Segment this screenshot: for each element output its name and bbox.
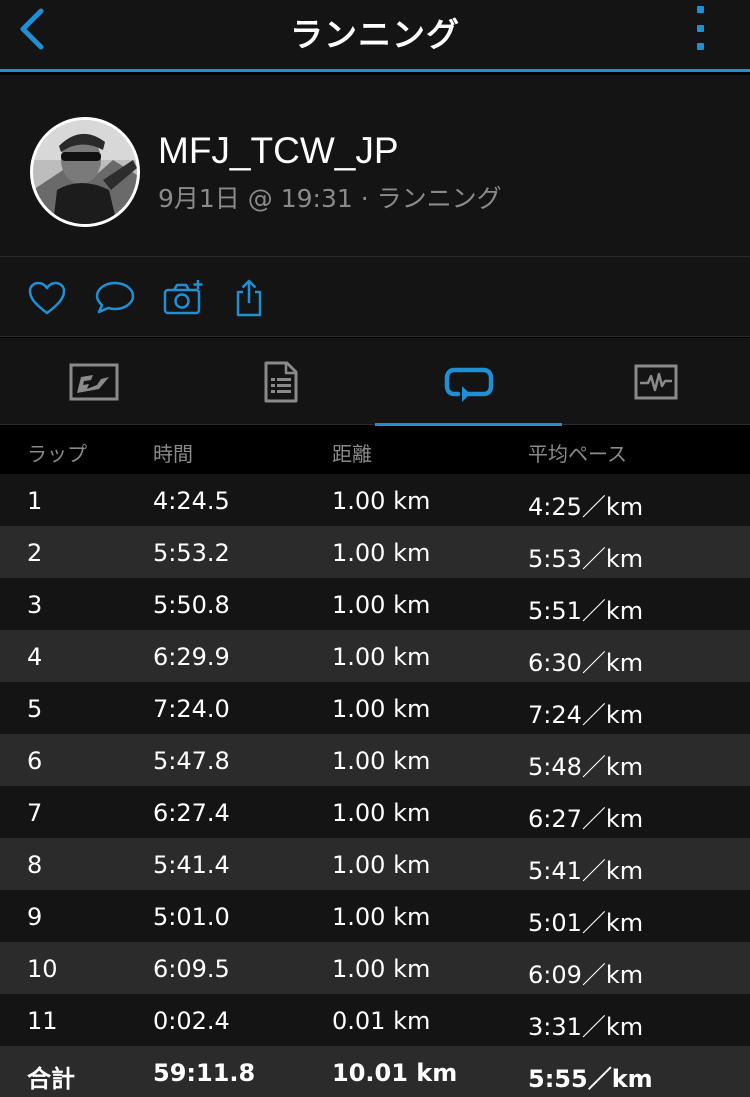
lap-time: 5:01.0 bbox=[153, 903, 230, 931]
table-row: 2 5:53.2 1.00 km 5:53／km bbox=[0, 526, 750, 578]
laps-table: ラップ 時間 距離 平均ペース 1 4:24.5 1.00 km 4:25／km 2 5:… bbox=[0, 426, 750, 1097]
column-header: 時間 bbox=[153, 442, 193, 466]
total-time: 59:11.8 bbox=[153, 1059, 256, 1087]
lap-pace: 5:48／km bbox=[528, 753, 644, 781]
charts-icon bbox=[634, 364, 677, 399]
lap-pace: 5:41／km bbox=[528, 857, 644, 885]
lap-time: 6:29.9 bbox=[153, 643, 230, 671]
lap-number: 11 bbox=[27, 1007, 58, 1035]
lap-distance: 1.00 km bbox=[332, 591, 431, 619]
lap-distance: 1.00 km bbox=[332, 487, 431, 515]
lap-distance: 1.00 km bbox=[332, 851, 431, 879]
table-header: ラップ 時間 距離 平均ペース bbox=[0, 426, 750, 474]
share-icon bbox=[236, 279, 262, 317]
column-header: 平均ペース bbox=[528, 442, 627, 466]
column-header: ラップ bbox=[27, 442, 87, 466]
username[interactable]: MFJ_TCW_JP bbox=[158, 130, 399, 172]
lap-time: 5:41.4 bbox=[153, 851, 230, 879]
totals-row: 合計 59:11.8 10.01 km 5:55／km bbox=[0, 1046, 750, 1097]
avatar[interactable] bbox=[30, 117, 140, 227]
table-row: 4 6:29.9 1.00 km 6:30／km bbox=[0, 630, 750, 682]
total-number: 合計 bbox=[27, 1065, 75, 1093]
laps-loop-icon bbox=[444, 367, 493, 402]
lap-pace: 6:09／km bbox=[528, 961, 644, 989]
tab-overview[interactable] bbox=[0, 338, 187, 425]
lap-number: 5 bbox=[27, 695, 43, 723]
lap-distance: 1.00 km bbox=[332, 539, 431, 567]
lap-distance: 0.01 km bbox=[332, 1007, 431, 1035]
lap-time: 5:50.8 bbox=[153, 591, 230, 619]
add-photo-button[interactable] bbox=[162, 277, 204, 319]
table-row: 10 6:09.5 1.00 km 6:09／km bbox=[0, 942, 750, 994]
lap-number: 8 bbox=[27, 851, 43, 879]
comment-button[interactable] bbox=[94, 277, 136, 319]
lap-pace: 6:27／km bbox=[528, 805, 644, 833]
lap-number: 6 bbox=[27, 747, 43, 775]
lap-number: 7 bbox=[27, 799, 43, 827]
lap-pace: 7:24／km bbox=[528, 701, 644, 729]
tab-stats[interactable] bbox=[187, 338, 374, 425]
page-title: ランニング bbox=[290, 15, 460, 54]
lap-pace: 4:25／km bbox=[528, 493, 644, 521]
more-options-button[interactable] bbox=[690, 6, 710, 50]
more-dot bbox=[696, 24, 704, 32]
column-header: 距離 bbox=[332, 442, 372, 466]
activity-header: MFJ_TCW_JP 9月1日 @ 19:31 · ランニング bbox=[0, 75, 750, 257]
table-row: 11 0:02.4 0.01 km 3:31／km bbox=[0, 994, 750, 1046]
table-row: 7 6:27.4 1.00 km 6:27／km bbox=[0, 786, 750, 838]
lap-number: 1 bbox=[27, 487, 43, 515]
nav-bar: ランニング bbox=[0, 0, 750, 72]
like-button[interactable] bbox=[26, 277, 68, 319]
lap-number: 2 bbox=[27, 539, 43, 567]
lap-pace: 3:31／km bbox=[528, 1013, 644, 1041]
avatar-photo-icon bbox=[33, 120, 137, 224]
lap-pace: 5:01／km bbox=[528, 909, 644, 937]
table-row: 8 5:41.4 1.00 km 5:41／km bbox=[0, 838, 750, 890]
camera-plus-icon bbox=[163, 280, 203, 315]
lap-distance: 1.00 km bbox=[332, 643, 431, 671]
activity-meta: 9月1日 @ 19:31 · ランニング bbox=[158, 184, 502, 213]
lap-distance: 1.00 km bbox=[332, 747, 431, 775]
table-row: 1 4:24.5 1.00 km 4:25／km bbox=[0, 474, 750, 526]
lap-distance: 1.00 km bbox=[332, 955, 431, 983]
more-dot bbox=[696, 6, 704, 13]
share-button[interactable] bbox=[228, 277, 270, 319]
lap-pace: 5:51／km bbox=[528, 597, 644, 625]
table-row: 6 5:47.8 1.00 km 5:48／km bbox=[0, 734, 750, 786]
action-bar bbox=[0, 257, 750, 337]
lap-number: 4 bbox=[27, 643, 43, 671]
lap-number: 3 bbox=[27, 591, 43, 619]
lap-distance: 1.00 km bbox=[332, 799, 431, 827]
lap-distance: 1.00 km bbox=[332, 695, 431, 723]
overview-icon bbox=[69, 363, 118, 400]
tab-bar bbox=[0, 338, 750, 426]
tab-charts[interactable] bbox=[562, 338, 749, 425]
lap-pace: 6:30／km bbox=[528, 649, 644, 677]
lap-time: 6:27.4 bbox=[153, 799, 230, 827]
total-distance: 10.01 km bbox=[332, 1059, 458, 1087]
lap-time: 6:09.5 bbox=[153, 955, 230, 983]
lap-time: 4:24.5 bbox=[153, 487, 230, 515]
total-pace: 5:55／km bbox=[528, 1065, 653, 1093]
lap-pace: 5:53／km bbox=[528, 545, 644, 573]
stats-document-icon bbox=[264, 361, 297, 402]
lap-distance: 1.00 km bbox=[332, 903, 431, 931]
lap-time: 5:53.2 bbox=[153, 539, 230, 567]
tab-laps[interactable] bbox=[375, 338, 562, 426]
speech-bubble-icon bbox=[95, 281, 135, 314]
lap-time: 7:24.0 bbox=[153, 695, 230, 723]
lap-time: 5:47.8 bbox=[153, 747, 230, 775]
more-dot bbox=[696, 43, 704, 50]
lap-time: 0:02.4 bbox=[153, 1007, 230, 1035]
heart-icon bbox=[28, 281, 66, 315]
table-row: 5 7:24.0 1.00 km 7:24／km bbox=[0, 682, 750, 734]
table-row: 3 5:50.8 1.00 km 5:51／km bbox=[0, 578, 750, 630]
lap-number: 9 bbox=[27, 903, 43, 931]
table-row: 9 5:01.0 1.00 km 5:01／km bbox=[0, 890, 750, 942]
lap-number: 10 bbox=[27, 955, 58, 983]
